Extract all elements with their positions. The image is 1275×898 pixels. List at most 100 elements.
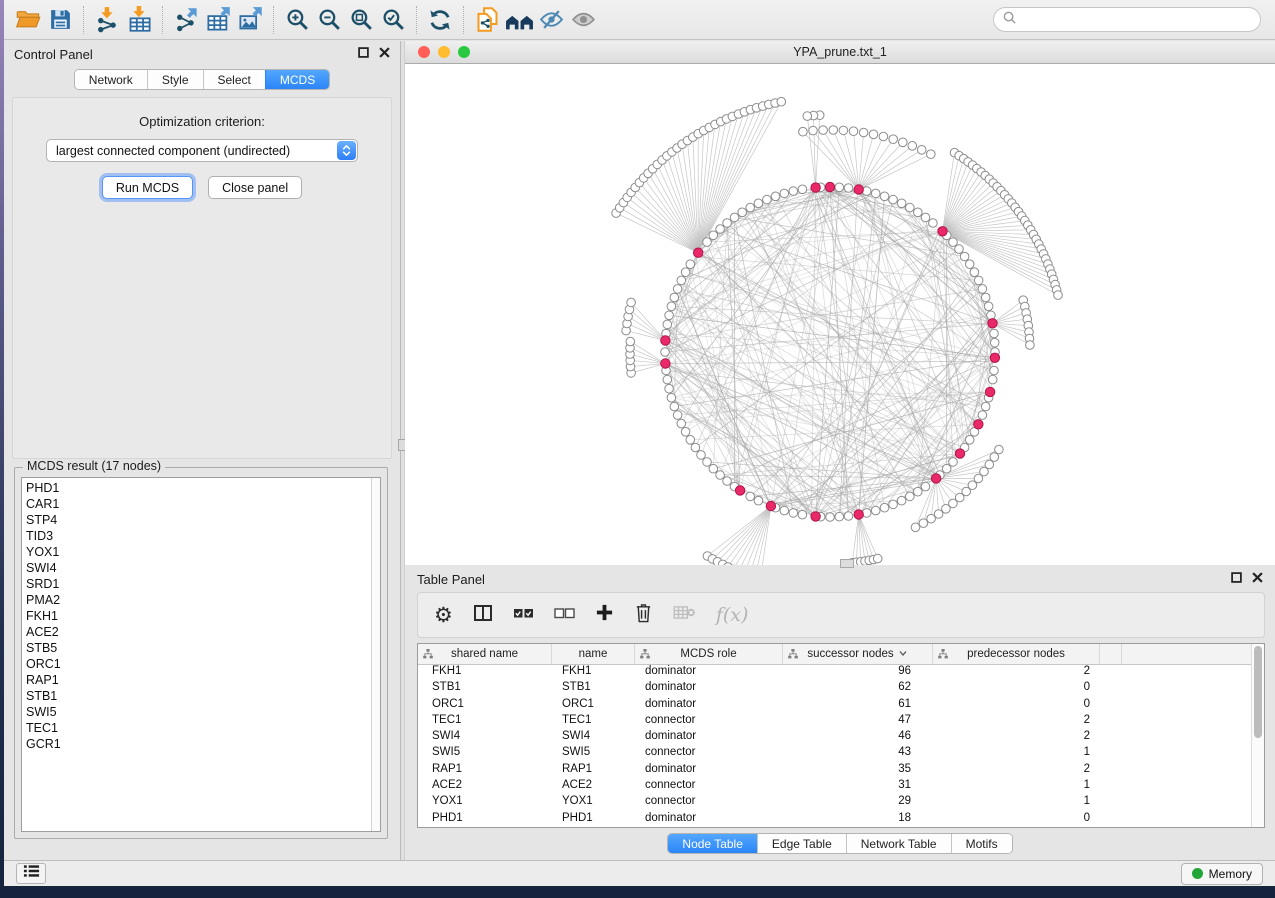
export-image-button[interactable]: [234, 5, 266, 35]
mcds-result-item[interactable]: STP4: [26, 512, 371, 528]
search-box[interactable]: [993, 7, 1261, 32]
mcds-result-item[interactable]: TEC1: [26, 720, 371, 736]
tab-mcds[interactable]: MCDS: [265, 70, 329, 89]
table-scrollbar[interactable]: [1251, 644, 1264, 827]
tab-node-table[interactable]: Node Table: [668, 834, 757, 853]
mcds-result-item[interactable]: SWI4: [26, 560, 371, 576]
column-header-mcds-role[interactable]: MCDS role: [635, 644, 783, 664]
mcds-result-item[interactable]: SRD1: [26, 576, 371, 592]
toolbar-separator: [416, 6, 417, 34]
eye-slash-icon: [538, 7, 565, 32]
table-row[interactable]: PHD1PHD1dominator180: [418, 812, 1264, 827]
mcds-result-item[interactable]: STB1: [26, 688, 371, 704]
table-cell: connector: [635, 779, 783, 795]
tab-style[interactable]: Style: [147, 70, 203, 89]
show-columns-button[interactable]: [473, 603, 493, 628]
fx-icon: f(x): [716, 604, 749, 626]
main-area: Control Panel Network Style Select MCDS …: [4, 41, 1275, 860]
table-tabs: Node Table Edge Table Network Table Moti…: [405, 833, 1275, 854]
table-row[interactable]: RAP1RAP1dominator352: [418, 763, 1264, 779]
table-settings-button[interactable]: ⚙: [434, 605, 453, 626]
network-titlebar[interactable]: YPA_prune.txt_1: [405, 41, 1275, 64]
toolbar-separator: [273, 6, 274, 34]
export-table-button[interactable]: [202, 5, 234, 35]
export-network-button[interactable]: [170, 5, 202, 35]
zoom-out-button[interactable]: [313, 5, 345, 35]
float-panel-icon[interactable]: [1231, 570, 1242, 588]
table-row[interactable]: ORC1ORC1dominator610: [418, 698, 1264, 714]
search-icon: [1002, 10, 1017, 30]
run-mcds-button[interactable]: Run MCDS: [102, 176, 193, 199]
create-column-button[interactable]: [595, 603, 614, 627]
table-row[interactable]: SWI4SWI4dominator462: [418, 730, 1264, 746]
mcds-result-item[interactable]: TID3: [26, 528, 371, 544]
mcds-result-item[interactable]: ORC1: [26, 656, 371, 672]
import-network-button[interactable]: [91, 5, 123, 35]
control-panel-tabs: Network Style Select MCDS: [4, 69, 400, 93]
mcds-result-item[interactable]: CAR1: [26, 496, 371, 512]
table-cell: 1: [933, 779, 1100, 795]
close-panel-button[interactable]: Close panel: [208, 176, 302, 199]
tab-select[interactable]: Select: [203, 70, 265, 89]
main-toolbar: [4, 0, 1275, 40]
criterion-select[interactable]: largest connected component (undirected): [46, 139, 358, 162]
close-panel-icon[interactable]: [379, 45, 390, 63]
mcds-result-item[interactable]: SWI5: [26, 704, 371, 720]
table-scrollbar-thumb[interactable]: [1254, 646, 1262, 738]
memory-label: Memory: [1209, 867, 1252, 881]
tree-icon: [938, 649, 948, 662]
import-table-button[interactable]: [123, 5, 155, 35]
zoom-fit-button[interactable]: [345, 5, 377, 35]
column-header-name[interactable]: name: [552, 644, 635, 664]
show-all-button[interactable]: [567, 5, 599, 35]
close-panel-icon[interactable]: [1252, 570, 1263, 588]
first-neighbors-button[interactable]: [503, 5, 535, 35]
column-header-shared-name[interactable]: shared name: [418, 644, 552, 664]
export-table-icon: [205, 6, 232, 33]
mcds-result-item[interactable]: ACE2: [26, 624, 371, 640]
table-cell: dominator: [635, 730, 783, 746]
table-cell: FKH1: [418, 665, 552, 681]
table-row[interactable]: YOX1YOX1connector291: [418, 795, 1264, 811]
table-cell: 0: [933, 681, 1100, 697]
search-input[interactable]: [1017, 13, 1252, 27]
memory-button[interactable]: Memory: [1181, 863, 1263, 885]
table-row[interactable]: TEC1TEC1connector472: [418, 714, 1264, 730]
tab-network[interactable]: Network: [75, 70, 147, 89]
table-row[interactable]: SWI5SWI5connector431: [418, 746, 1264, 762]
select-all-columns-button[interactable]: [513, 606, 534, 625]
unselect-all-columns-button[interactable]: [554, 606, 575, 625]
tab-motifs[interactable]: Motifs: [951, 834, 1012, 853]
clone-network-button[interactable]: [471, 5, 503, 35]
mcds-result-item[interactable]: PMA2: [26, 592, 371, 608]
mcds-result-item[interactable]: STB5: [26, 640, 371, 656]
toolbar-separator: [463, 6, 464, 34]
save-session-button[interactable]: [44, 5, 76, 35]
table-row[interactable]: ACE2ACE2connector311: [418, 779, 1264, 795]
mcds-result-item[interactable]: GCR1: [26, 736, 371, 752]
zoom-selected-button[interactable]: [377, 5, 409, 35]
table-row[interactable]: FKH1FKH1dominator962: [418, 665, 1264, 681]
zoom-in-button[interactable]: [281, 5, 313, 35]
mcds-list-scrollbar[interactable]: [371, 478, 380, 831]
mcds-result-item[interactable]: PHD1: [26, 480, 371, 496]
table-row[interactable]: STB1STB1dominator620: [418, 681, 1264, 697]
tab-network-table[interactable]: Network Table: [846, 834, 951, 853]
refresh-button[interactable]: [424, 5, 456, 35]
open-session-button[interactable]: [12, 5, 44, 35]
status-bar: Memory: [4, 860, 1275, 886]
column-header-successor-nodes[interactable]: successor nodes: [783, 644, 933, 664]
column-header-predecessor-nodes[interactable]: predecessor nodes: [933, 644, 1100, 664]
control-panel-title: Control Panel: [14, 47, 93, 62]
tab-edge-table[interactable]: Edge Table: [757, 834, 846, 853]
mcds-result-item[interactable]: RAP1: [26, 672, 371, 688]
mcds-result-item[interactable]: YOX1: [26, 544, 371, 560]
float-panel-icon[interactable]: [358, 45, 369, 63]
hide-selected-button[interactable]: [535, 5, 567, 35]
show-panels-button[interactable]: [16, 863, 46, 884]
folder-open-icon: [15, 6, 42, 33]
delete-column-button[interactable]: [634, 602, 653, 628]
mcds-result-item[interactable]: FKH1: [26, 608, 371, 624]
table-cell: STB1: [418, 681, 552, 697]
network-canvas[interactable]: [405, 64, 1275, 565]
